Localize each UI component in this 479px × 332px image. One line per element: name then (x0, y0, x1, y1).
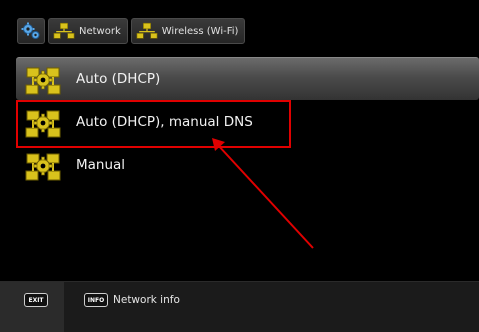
info-key-icon[interactable]: INFO (84, 293, 108, 307)
exit-key-icon: EXIT (24, 293, 48, 307)
exit-button[interactable]: EXIT (0, 282, 64, 332)
network-info-label[interactable]: Network info (113, 293, 180, 307)
footer-bar: EXIT INFO Network info (0, 281, 479, 332)
